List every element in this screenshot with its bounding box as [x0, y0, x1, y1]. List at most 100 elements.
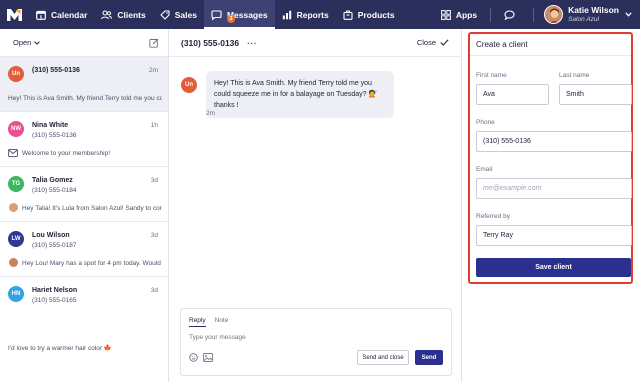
messages-unread-badge: 3 — [226, 15, 235, 23]
composer-tabs: Reply Note — [189, 317, 237, 327]
nav-right-section: Apps Katie Wilson Salon Azul — [434, 0, 640, 29]
tab-note[interactable]: Note — [215, 317, 229, 327]
user-avatar-image — [545, 6, 563, 23]
nav-divider — [533, 7, 535, 22]
conversation-list-header: Open — [0, 29, 168, 57]
contact-avatar: TG — [8, 176, 24, 192]
image-attach-icon[interactable] — [203, 353, 213, 362]
user-menu[interactable]: Katie Wilson Salon Azul — [540, 5, 640, 24]
products-icon — [343, 9, 353, 20]
conversation-preview: Hey Talia! It's Lula from Salon Azul! Sa… — [22, 205, 162, 212]
email-field[interactable]: me@example.com — [476, 178, 632, 199]
nav-products-label: Products — [357, 9, 395, 20]
user-name: Katie Wilson — [568, 4, 619, 15]
contact-avatar: Un — [8, 66, 24, 82]
phone-field[interactable]: (310) 555-0136 — [476, 131, 632, 152]
send-and-close-button[interactable]: Send and close — [357, 350, 409, 365]
more-options-icon[interactable]: ··· — [247, 38, 257, 48]
thread-title-group: (310) 555-0136 ··· — [181, 38, 257, 48]
tab-reply[interactable]: Reply — [189, 317, 206, 327]
conversation-time: 2m — [148, 67, 158, 74]
nav-divider — [490, 7, 492, 22]
contact-phone: (310) 555-0165 — [32, 297, 77, 304]
create-client-panel: Create a client First name Ava Last name… — [461, 29, 640, 382]
incoming-message-bubble: Hey! This is Ava Smith. My friend Terry … — [206, 71, 394, 118]
nav-messages[interactable]: 3 Messages — [203, 0, 275, 29]
message-input[interactable] — [189, 334, 389, 341]
messages-icon — [211, 9, 222, 20]
contact-phone: (310) 555-0136 — [32, 132, 77, 139]
nav-sales[interactable]: Sales — [153, 0, 204, 29]
nav-calendar[interactable]: 5 Calendar — [29, 0, 94, 29]
thread-title: (310) 555-0136 — [181, 37, 240, 48]
sender-avatar: Un — [181, 77, 197, 93]
conversation-list-panel: Open Un (310) 555-0136 2m Hey! This is A… — [0, 29, 169, 382]
status-filter-dropdown[interactable]: Open — [13, 38, 41, 47]
thread-header: (310) 555-0136 ··· Close — [169, 29, 461, 57]
first-name-label: First name — [476, 72, 507, 79]
message-composer: Reply Note Send and close Send — [180, 308, 452, 376]
nav-reports-label: Reports — [296, 9, 329, 20]
apps-grid-icon — [440, 9, 451, 20]
contact-name: (310) 555-0136 — [32, 67, 80, 74]
nav-clients[interactable]: Clients — [94, 0, 152, 29]
conversation-preview: Hey Lou! Mary has a spot for 4 pm today.… — [22, 260, 162, 267]
maple-leaf-emoji-icon: 🍁 — [103, 345, 112, 352]
conversation-preview-hariet[interactable]: I'd love to try a warmer hair color 🍁 — [8, 344, 112, 352]
conversation-item[interactable]: TG Talia Gomez (310) 555-0184 3d Hey Tal… — [0, 167, 168, 222]
top-navigation-bar: 5 Calendar Clients Sales 3 Messages Repo… — [0, 0, 640, 29]
conversation-time: 3d — [150, 232, 158, 239]
user-avatar — [544, 5, 564, 24]
contact-name: Hariet Nelson — [32, 287, 78, 294]
chat-bubble-icon — [504, 9, 515, 20]
nav-clients-label: Clients — [117, 9, 146, 20]
contact-avatar: NW — [8, 121, 24, 137]
staff-avatar — [9, 258, 18, 267]
nav-sales-label: Sales — [174, 9, 197, 20]
clients-icon — [101, 9, 113, 19]
referred-by-field[interactable]: Terry Ray — [476, 225, 632, 246]
contact-name: Lou Wilson — [32, 232, 70, 239]
user-salon: Salon Azul — [568, 15, 599, 23]
nav-apps[interactable]: Apps — [434, 0, 484, 29]
close-label: Close — [416, 38, 436, 47]
checkmark-icon — [440, 39, 449, 46]
user-info: Katie Wilson Salon Azul — [568, 4, 619, 23]
contact-name: Talia Gomez — [32, 177, 73, 184]
message-time: 2m — [206, 110, 216, 117]
nav-products[interactable]: Products — [336, 0, 402, 29]
contact-phone: (310) 555-0184 — [32, 187, 77, 194]
chevron-down-icon — [625, 12, 632, 17]
email-label: Email — [476, 166, 493, 173]
sales-tag-icon — [160, 9, 170, 20]
envelope-icon — [8, 149, 18, 157]
send-button[interactable]: Send — [415, 350, 443, 365]
create-client-title: Create a client — [476, 40, 528, 49]
emoji-icon[interactable] — [189, 353, 198, 362]
status-filter-label: Open — [13, 38, 32, 47]
conversation-time: 1h — [150, 122, 158, 129]
nav-reports[interactable]: Reports — [275, 0, 336, 29]
nav-chat-button[interactable] — [497, 0, 527, 29]
app-logo[interactable] — [0, 0, 29, 29]
contact-phone: (310) 555-0187 — [32, 242, 77, 249]
conversation-time: 3d — [150, 287, 158, 294]
conversation-item[interactable]: Un (310) 555-0136 2m Hey! This is Ava Sm… — [0, 57, 168, 112]
conversation-item[interactable]: NW Nina White (310) 555-0136 1h Welcome … — [0, 112, 168, 167]
last-name-field[interactable]: Smith — [559, 84, 632, 105]
chevron-down-icon — [34, 40, 41, 45]
conversation-preview: Welcome to your membership! — [22, 150, 111, 157]
compose-new-icon[interactable] — [149, 38, 159, 48]
conversation-preview: Hey! This is Ava Smith. My friend Terry … — [8, 95, 162, 102]
conversation-item[interactable]: HN Hariet Nelson (310) 555-0165 3d — [0, 277, 168, 332]
save-client-button[interactable]: Save client — [476, 258, 631, 277]
first-name-field[interactable]: Ava — [476, 84, 549, 105]
composer-tools — [189, 353, 218, 362]
conversation-item[interactable]: LW Lou Wilson (310) 555-0187 3d Hey Lou!… — [0, 222, 168, 277]
conversation-preview-text: I'd love to try a warmer hair color — [8, 345, 103, 352]
referred-by-label: Referred by — [476, 213, 510, 220]
close-conversation-button[interactable]: Close — [417, 38, 449, 47]
contact-avatar: HN — [8, 286, 24, 302]
calendar-icon: 5 — [36, 10, 46, 20]
nav-calendar-label: Calendar — [51, 9, 88, 20]
